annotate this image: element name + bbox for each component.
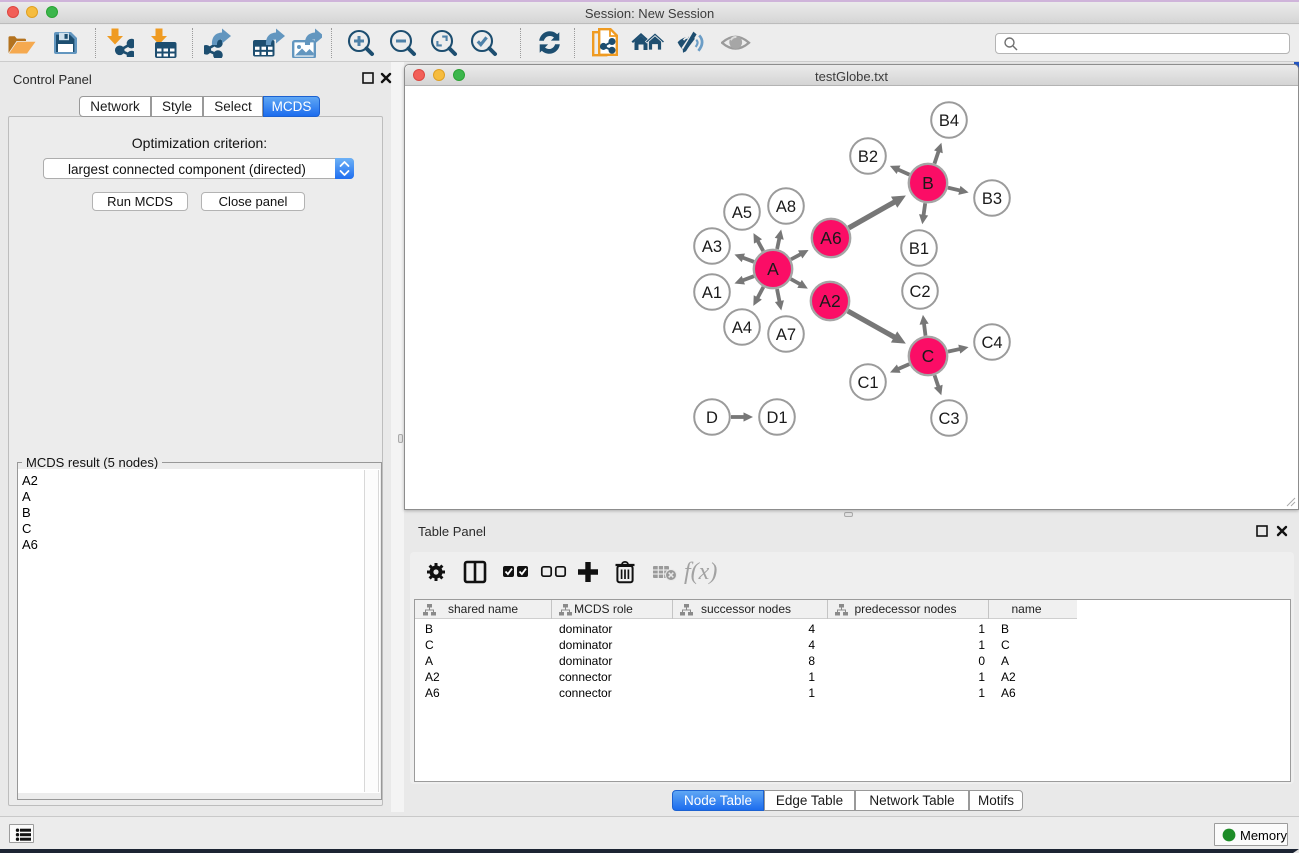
svg-text:A5: A5 <box>732 204 752 222</box>
svg-text:B: B <box>922 173 934 193</box>
svg-text:A6: A6 <box>820 228 841 248</box>
svg-text:B2: B2 <box>858 148 878 166</box>
svg-text:B1: B1 <box>909 240 929 258</box>
svg-text:D1: D1 <box>766 409 787 427</box>
svg-text:C1: C1 <box>857 374 878 392</box>
svg-text:C3: C3 <box>938 410 959 428</box>
svg-text:A8: A8 <box>776 198 796 216</box>
svg-text:A3: A3 <box>702 238 722 256</box>
svg-text:A1: A1 <box>702 284 722 302</box>
svg-text:C4: C4 <box>981 334 1002 352</box>
svg-text:f(x): f(x) <box>684 559 717 585</box>
svg-text:B4: B4 <box>939 112 959 130</box>
svg-text:A4: A4 <box>732 319 752 337</box>
svg-text:B3: B3 <box>982 190 1002 208</box>
svg-text:A7: A7 <box>776 326 796 344</box>
svg-text:A2: A2 <box>819 291 840 311</box>
svg-text:C2: C2 <box>909 283 930 301</box>
svg-text:D: D <box>706 409 718 427</box>
svg-text:C: C <box>922 346 935 366</box>
svg-text:A: A <box>767 259 779 279</box>
